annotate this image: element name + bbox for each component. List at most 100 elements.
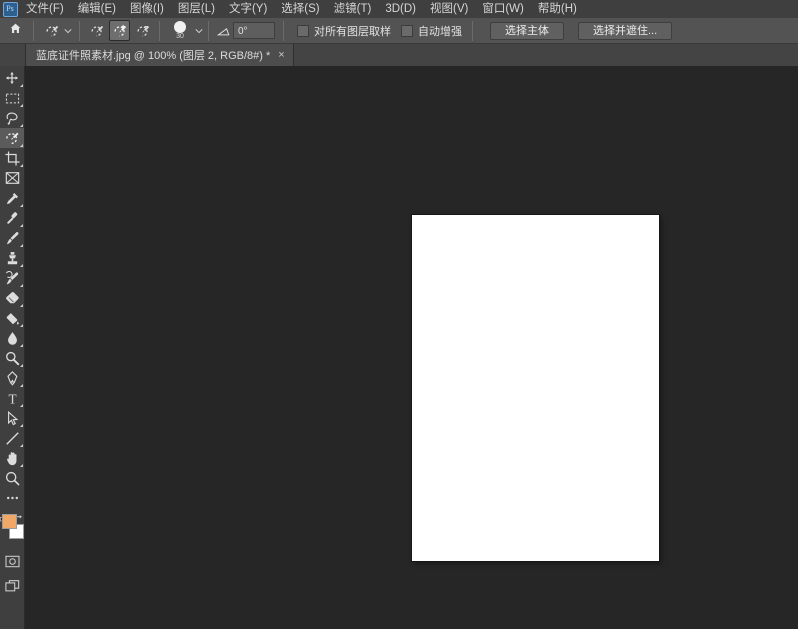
- healing-brush-tool-submenu-indicator: [20, 224, 23, 227]
- options-bar: 30 0° 对所有图层取样 自动增强 选择主体 选择并遮住...: [0, 18, 798, 44]
- eyedropper-tool-submenu-indicator: [20, 204, 23, 207]
- line-shape-tool-submenu-indicator: [20, 444, 23, 447]
- options-divider-5: [283, 20, 284, 41]
- add-to-selection-button[interactable]: [109, 20, 130, 41]
- eraser-tool-submenu-indicator: [20, 304, 23, 307]
- dodge-tool-submenu-indicator: [20, 364, 23, 367]
- crop-tool-submenu-indicator: [20, 164, 23, 167]
- document-tab-title: 蓝底证件照素材.jpg @ 100% (图层 2, RGB/8#) *: [36, 50, 271, 62]
- edit-toolbar-button[interactable]: [0, 488, 24, 508]
- brush-tip-circle-icon[interactable]: 30: [167, 19, 193, 43]
- select-subject-button[interactable]: 选择主体: [490, 21, 564, 40]
- gradient-tool[interactable]: [0, 308, 24, 328]
- tool-preset-chevron-down-icon[interactable]: [62, 20, 74, 41]
- clone-stamp-tool-submenu-indicator: [20, 264, 23, 267]
- brush-size-value: 30: [176, 32, 184, 40]
- marquee-tool-submenu-indicator: [20, 104, 23, 107]
- crop-tool[interactable]: [0, 148, 24, 168]
- pen-tool-submenu-indicator: [20, 384, 23, 387]
- marquee-tool[interactable]: [0, 88, 24, 108]
- hand-tool-submenu-indicator: [20, 464, 23, 467]
- photoshop-window: Ps 文件(F) 编辑(E) 图像(I) 图层(L) 文字(Y) 选择(S) 滤…: [0, 0, 798, 629]
- auto-enhance-checkbox[interactable]: [401, 24, 413, 37]
- close-icon[interactable]: ×: [278, 49, 284, 61]
- sample-all-layers-checkbox-row[interactable]: 对所有图层取样: [297, 23, 391, 39]
- select-and-mask-button[interactable]: 选择并遮住...: [578, 21, 673, 40]
- zoom-tool[interactable]: [0, 468, 24, 488]
- brush-angle-group: 0°: [212, 18, 275, 44]
- menu-item-file[interactable]: 文件(F): [19, 0, 71, 18]
- blur-tool[interactable]: [0, 328, 24, 348]
- menu-item-type[interactable]: 文字(Y): [222, 0, 274, 18]
- path-selection-tool-submenu-indicator: [20, 424, 23, 427]
- brush-size-picker[interactable]: 30: [163, 18, 205, 44]
- path-selection-tool[interactable]: [0, 408, 24, 428]
- sample-all-layers-label: 对所有图层取样: [314, 25, 391, 38]
- color-swatches: [0, 511, 24, 545]
- menu-bar: Ps 文件(F) 编辑(E) 图像(I) 图层(L) 文字(Y) 选择(S) 滤…: [0, 0, 798, 18]
- move-tool-submenu-indicator: [20, 84, 23, 87]
- eyedropper-tool[interactable]: [0, 188, 24, 208]
- hand-tool[interactable]: [0, 448, 24, 468]
- auto-enhance-label: 自动增强: [418, 25, 462, 38]
- tool-preset-picker[interactable]: [37, 20, 76, 42]
- menu-item-edit[interactable]: 编辑(E): [71, 0, 123, 18]
- menu-item-layer[interactable]: 图层(L): [171, 0, 222, 18]
- document-canvas[interactable]: [412, 215, 659, 561]
- home-button[interactable]: [0, 18, 30, 44]
- brush-angle-input[interactable]: 0°: [233, 22, 275, 39]
- options-divider-1: [33, 20, 34, 41]
- quick-mask-toggle[interactable]: [0, 551, 24, 571]
- pen-tool[interactable]: [0, 368, 24, 388]
- angle-icon: [215, 20, 233, 41]
- dodge-tool[interactable]: [0, 348, 24, 368]
- brush-picker-chevron-down-icon[interactable]: [193, 20, 205, 41]
- home-icon: [9, 22, 22, 40]
- frame-tool[interactable]: [0, 168, 24, 188]
- clone-stamp-tool[interactable]: [0, 248, 24, 268]
- history-brush-tool-submenu-indicator: [20, 284, 23, 287]
- type-tool-submenu-indicator: [20, 404, 23, 407]
- quick-selection-tool[interactable]: [0, 128, 24, 148]
- history-brush-tool[interactable]: [0, 268, 24, 288]
- sample-all-layers-checkbox[interactable]: [297, 24, 309, 37]
- lasso-tool-submenu-indicator: [20, 124, 23, 127]
- canvas-workspace[interactable]: [25, 66, 798, 629]
- menu-item-window[interactable]: 窗口(W): [475, 0, 531, 18]
- line-shape-tool[interactable]: [0, 428, 24, 448]
- options-divider-2: [79, 20, 80, 41]
- document-tab[interactable]: 蓝底证件照素材.jpg @ 100% (图层 2, RGB/8#) * ×: [25, 44, 294, 66]
- brush-tool[interactable]: [0, 228, 24, 248]
- menu-item-3d[interactable]: 3D(D): [378, 0, 423, 18]
- screen-mode-toggle[interactable]: [0, 576, 24, 596]
- menu-item-image[interactable]: 图像(I): [123, 0, 171, 18]
- blur-tool-submenu-indicator: [20, 344, 23, 347]
- photoshop-logo-icon: Ps: [1, 0, 19, 18]
- options-divider-4: [208, 20, 209, 41]
- eraser-tool[interactable]: [0, 288, 24, 308]
- auto-enhance-checkbox-row[interactable]: 自动增强: [401, 23, 462, 39]
- brush-tip-dot: [174, 20, 186, 33]
- photoshop-logo-glyph: Ps: [2, 1, 18, 17]
- lasso-tool[interactable]: [0, 108, 24, 128]
- svg-text:T: T: [8, 391, 16, 406]
- menu-item-view[interactable]: 视图(V): [423, 0, 475, 18]
- type-tool[interactable]: T: [0, 388, 24, 408]
- brush-tool-submenu-indicator: [20, 244, 23, 247]
- new-selection-button[interactable]: [86, 20, 107, 41]
- gradient-tool-submenu-indicator: [20, 324, 23, 327]
- document-tab-bar: 蓝底证件照素材.jpg @ 100% (图层 2, RGB/8#) * ×: [0, 44, 798, 66]
- options-divider-3: [159, 20, 160, 41]
- menu-item-help[interactable]: 帮助(H): [531, 0, 584, 18]
- options-divider-6: [472, 20, 473, 41]
- healing-brush-tool[interactable]: [0, 208, 24, 228]
- move-tool[interactable]: [0, 68, 24, 88]
- quick-selection-tool-icon: [41, 20, 62, 41]
- menu-item-select[interactable]: 选择(S): [274, 0, 326, 18]
- subtract-from-selection-button[interactable]: [132, 20, 153, 41]
- menu-item-filter[interactable]: 滤镜(T): [327, 0, 379, 18]
- tools-panel: T: [0, 66, 25, 629]
- foreground-color-swatch[interactable]: [2, 514, 17, 529]
- selection-mode-group: [83, 18, 156, 44]
- quick-selection-tool-submenu-indicator: [20, 144, 23, 147]
